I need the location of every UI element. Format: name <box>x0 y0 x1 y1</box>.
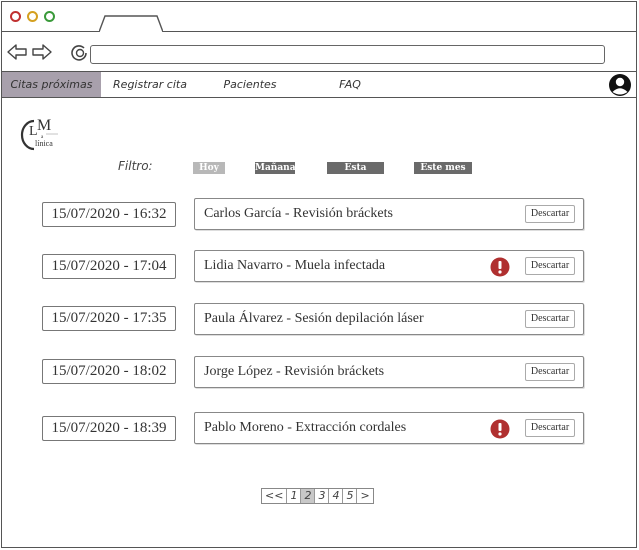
menu-item-registrar-cita[interactable]: Registrar cita <box>105 72 195 97</box>
browser-window: Citas próximas Registrar cita Pacientes … <box>1 1 637 548</box>
browser-tab[interactable] <box>99 15 163 32</box>
maximize-window-button[interactable] <box>44 11 55 22</box>
appointment-card[interactable]: Paula Álvarez - Sesión depilación láser … <box>194 303 584 335</box>
forward-arrow-icon[interactable] <box>32 43 52 61</box>
appointment-datetime: 15/07/2020 - 18:39 <box>42 416 176 441</box>
pagination-page[interactable]: 1 <box>287 489 302 503</box>
pagination: << 1 2 3 4 5 > <box>261 488 374 504</box>
back-arrow-icon[interactable] <box>7 43 27 61</box>
appointment-description: Paula Álvarez - Sesión depilación láser <box>204 311 424 326</box>
pagination-page[interactable]: 4 <box>329 489 344 503</box>
filter-label: Filtro: <box>118 159 153 173</box>
menu-item-citas-proximas[interactable]: Citas próximas <box>2 72 101 97</box>
filter-chip-este-mes[interactable]: Este mes <box>414 162 472 174</box>
pagination-next[interactable]: > <box>357 489 372 503</box>
filter-chip-manana[interactable]: Mañana <box>255 162 296 174</box>
user-account-icon[interactable] <box>608 73 632 97</box>
alert-icon <box>490 419 510 439</box>
appointment-datetime: 15/07/2020 - 18:02 <box>42 359 176 384</box>
close-window-button[interactable] <box>10 11 21 22</box>
discard-button[interactable]: Descartar <box>525 363 575 381</box>
menu-item-faq[interactable]: FAQ <box>332 72 368 97</box>
appointment-description: Jorge López - Revisión bráckets <box>204 364 385 379</box>
discard-button[interactable]: Descartar <box>525 257 575 275</box>
appointment-datetime: 15/07/2020 - 16:32 <box>42 202 176 227</box>
appointment-description: Lidia Navarro - Muela infectada <box>204 258 386 273</box>
appointment-card[interactable]: Jorge López - Revisión bráckets Descarta… <box>194 356 584 388</box>
title-bar <box>2 2 636 32</box>
pagination-page[interactable]: 5 <box>343 489 358 503</box>
filter-chip-hoy[interactable]: Hoy <box>193 162 225 174</box>
main-menu: Citas próximas Registrar cita Pacientes … <box>2 72 636 98</box>
clinic-logo: L M a línica <box>20 117 58 151</box>
appointment-description: Pablo Moreno - Extracción cordales <box>204 420 407 435</box>
discard-button[interactable]: Descartar <box>525 205 575 223</box>
alert-icon <box>490 257 510 277</box>
menu-item-pacientes[interactable]: Pacientes <box>212 72 288 97</box>
appointment-card[interactable]: Carlos García - Revisión bráckets Descar… <box>194 198 584 230</box>
filter-chip-esta-semana[interactable]: Esta semana <box>327 162 384 185</box>
appointment-description: Carlos García - Revisión bráckets <box>204 206 393 221</box>
appointment-card[interactable]: Lidia Navarro - Muela infectada Descarta… <box>194 250 584 282</box>
discard-button[interactable]: Descartar <box>525 310 575 328</box>
appointment-datetime: 15/07/2020 - 17:04 <box>42 254 176 279</box>
discard-button[interactable]: Descartar <box>525 419 575 437</box>
address-bar-area <box>2 32 636 72</box>
appointment-datetime: 15/07/2020 - 17:35 <box>42 306 176 331</box>
pagination-prev[interactable]: << <box>262 489 288 503</box>
svg-text:línica: línica <box>35 139 53 148</box>
pagination-page[interactable]: 3 <box>315 489 330 503</box>
reload-icon[interactable] <box>70 44 88 62</box>
url-input[interactable] <box>90 45 605 64</box>
minimize-window-button[interactable] <box>27 11 38 22</box>
pagination-page-current[interactable]: 2 <box>301 489 316 503</box>
svg-text:M: M <box>37 117 51 134</box>
appointment-card[interactable]: Pablo Moreno - Extracción cordales Desca… <box>194 412 584 444</box>
